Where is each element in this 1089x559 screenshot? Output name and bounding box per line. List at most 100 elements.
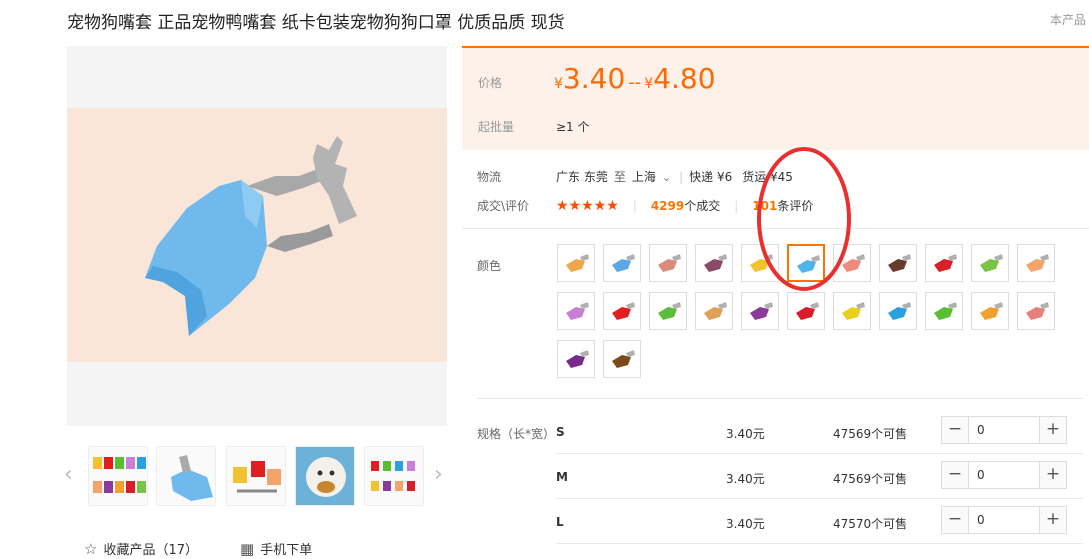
muzzle-swatch-icon [612, 350, 635, 368]
thumbnail-4[interactable] [295, 446, 355, 506]
muzzle-swatch-icon [612, 302, 635, 320]
color-swatch-blue-light[interactable] [603, 244, 641, 282]
muzzle-swatch-icon [658, 302, 681, 320]
price-range: ¥3.40 -- ¥4.80 [554, 62, 716, 95]
color-swatch-lavender[interactable] [557, 292, 595, 330]
muzzle-swatch-icon [980, 254, 1003, 272]
color-swatch-peach[interactable] [1017, 244, 1055, 282]
deal-count: 4299 [650, 199, 685, 213]
decrease-button[interactable]: − [942, 417, 969, 443]
divider-bar: | [679, 170, 684, 184]
muzzle-swatch-icon [612, 254, 635, 272]
decrease-button[interactable]: − [942, 462, 969, 488]
spec-stock: 47569个可售 [833, 472, 908, 486]
price-label: 价格 [478, 76, 503, 90]
color-swatch-brown-purple[interactable] [695, 244, 733, 282]
color-swatch-salmon[interactable] [833, 244, 871, 282]
color-swatch-yellow[interactable] [741, 244, 779, 282]
logistics-info: 广东 东莞至上海 ⌄ | 快递 ¥6 货运 ¥45 [556, 168, 793, 185]
muzzle-swatch-icon [658, 254, 681, 272]
chevron-down-icon[interactable]: ⌄ [662, 171, 671, 184]
review-link[interactable]: 101条评价 [752, 199, 813, 213]
muzzle-swatch-icon [1026, 302, 1049, 320]
spec-price: 3.40元 [726, 472, 765, 486]
color-swatch-purple-2[interactable] [557, 340, 595, 378]
price-max: 4.80 [653, 62, 716, 95]
color-swatch-blue[interactable] [879, 292, 917, 330]
muzzle-swatch-icon [704, 302, 727, 320]
decrease-button[interactable]: − [942, 507, 969, 533]
row-divider [556, 453, 1083, 454]
muzzle-swatch-icon [566, 254, 589, 272]
freight-fee: 货运 ¥45 [742, 170, 793, 184]
muzzle-swatch-icon [888, 302, 911, 320]
thumbnail-5[interactable] [364, 446, 424, 506]
quantity-input[interactable] [970, 507, 1040, 533]
thumbnail-prev-arrow[interactable]: ‹ [64, 462, 73, 487]
spec-stock: 47570个可售 [833, 517, 908, 531]
review-suffix: 条评价 [777, 199, 814, 213]
color-swatch-red-2[interactable] [603, 292, 641, 330]
color-swatch-green[interactable] [649, 292, 687, 330]
color-swatch-brown-2[interactable] [603, 340, 641, 378]
color-swatch-purple[interactable] [741, 292, 779, 330]
muzzle-swatch-icon [750, 254, 773, 272]
price-min: 3.40 [562, 62, 626, 95]
divider-bar: | [632, 199, 637, 213]
qr-code-icon: ▦ [240, 540, 255, 558]
increase-button[interactable]: + [1039, 417, 1066, 443]
spec-stock: 47569个可售 [833, 427, 908, 441]
quantity-input[interactable] [970, 417, 1040, 443]
ship-to-select[interactable]: 上海 [632, 170, 656, 184]
quantity-stepper: − + [941, 506, 1067, 534]
muzzle-swatch-icon [750, 302, 773, 320]
spec-price: 3.40元 [726, 427, 765, 441]
muzzle-swatch-icon [566, 302, 589, 320]
spec-row-l: L 3.40元 47570个可售 − + [556, 506, 1076, 559]
deal-suffix: 个成交 [684, 199, 721, 213]
trade-info: ★★★★★ | 4299个成交 | 101条评价 [556, 197, 813, 214]
favorite-button[interactable]: ☆ 收藏产品（17） [84, 539, 198, 558]
color-swatch-green-2[interactable] [925, 292, 963, 330]
quantity-stepper: − + [941, 416, 1067, 444]
star-outline-icon: ☆ [84, 540, 98, 558]
color-swatch-tan[interactable] [695, 292, 733, 330]
muzzle-swatch-icon [888, 254, 911, 272]
color-swatch-orange[interactable] [557, 244, 595, 282]
muzzle-swatch-icon [797, 255, 820, 273]
quantity-input[interactable] [970, 462, 1040, 488]
color-swatch-red-3[interactable] [787, 292, 825, 330]
thumbnail-4-image [296, 447, 354, 505]
thumbnail-1[interactable] [88, 446, 148, 506]
thumbnail-2[interactable] [156, 446, 216, 506]
color-swatch-yellow-2[interactable] [833, 292, 871, 330]
color-swatch-rose[interactable] [1017, 292, 1055, 330]
row-divider [556, 543, 1083, 544]
divider-bar: | [734, 199, 739, 213]
spec-label: 规格（长*宽） [477, 427, 556, 441]
color-swatch-brown[interactable] [879, 244, 917, 282]
muzzle-swatch-icon [704, 254, 727, 272]
color-swatch-orange-2[interactable] [971, 292, 1009, 330]
muzzle-swatch-icon [934, 254, 957, 272]
spec-price: 3.40元 [726, 517, 765, 531]
favorite-label: 收藏产品（17） [103, 543, 198, 558]
increase-button[interactable]: + [1039, 507, 1066, 533]
muzzle-illustration [145, 136, 357, 336]
thumbnail-3[interactable] [226, 446, 286, 506]
muzzle-swatch-icon [1026, 254, 1049, 272]
top-right-text[interactable]: 本产品 [1050, 11, 1086, 28]
color-swatch-green-light[interactable] [971, 244, 1009, 282]
moq-value: ≥1 个 [556, 120, 590, 134]
thumbnail-5-image [371, 461, 415, 491]
color-swatch-red[interactable] [925, 244, 963, 282]
express-fee: 快递 ¥6 [689, 170, 733, 184]
color-swatch-pink-dark[interactable] [649, 244, 687, 282]
increase-button[interactable]: + [1039, 462, 1066, 488]
color-swatch-sky-blue[interactable] [787, 244, 825, 282]
muzzle-swatch-icon [934, 302, 957, 320]
thumbnail-next-arrow[interactable]: › [434, 462, 443, 487]
main-product-image[interactable] [67, 46, 447, 426]
mobile-order-button[interactable]: ▦ 手机下单 [240, 539, 312, 558]
to-word: 至 [613, 170, 626, 184]
